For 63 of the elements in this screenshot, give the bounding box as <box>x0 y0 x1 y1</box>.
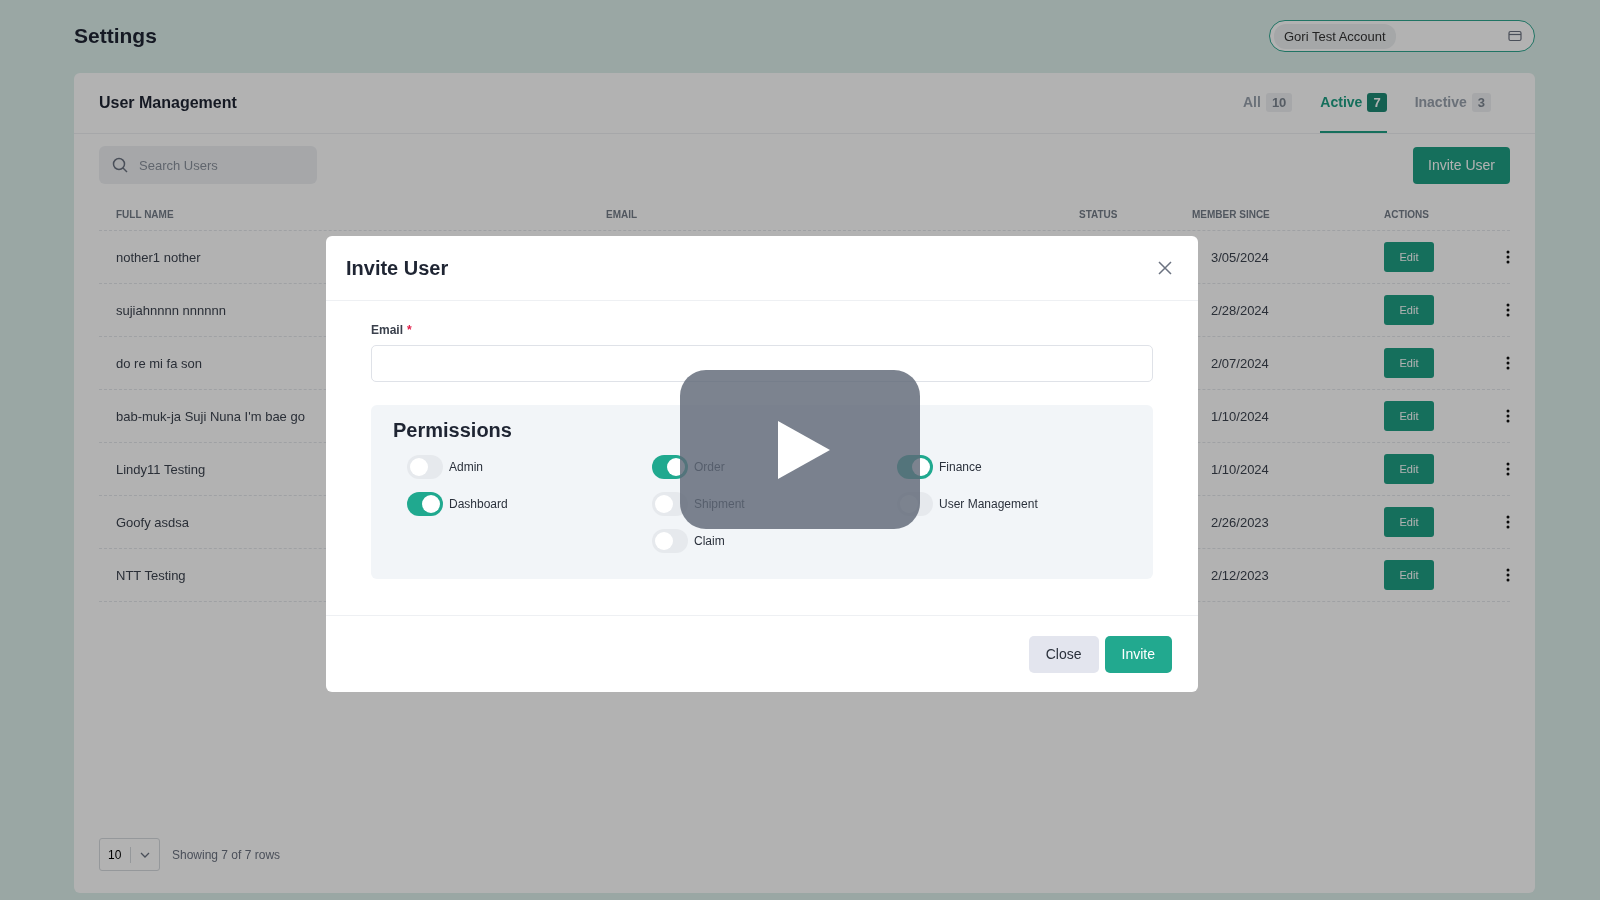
table-cell: Lindy11 Testing <box>116 461 206 477</box>
wallet-icon <box>1508 30 1522 42</box>
table-cell: Goofy asdsa <box>116 514 189 530</box>
table-cell: nother1 nother <box>116 249 201 265</box>
search-icon <box>112 157 128 173</box>
account-selector[interactable]: Gori Test Account <box>1269 20 1535 52</box>
column-header: FULL NAME <box>115 208 175 220</box>
more-options-icon[interactable] <box>1506 568 1510 582</box>
page-size-select[interactable]: 10 <box>99 838 160 871</box>
edit-button[interactable]: Edit <box>1384 295 1434 325</box>
edit-button[interactable]: Edit <box>1384 454 1434 484</box>
more-options-icon[interactable] <box>1506 515 1510 529</box>
permission-toggle[interactable] <box>652 528 688 553</box>
card-title: User Management <box>99 94 237 112</box>
edit-button[interactable]: Edit <box>1384 507 1434 537</box>
video-play-button[interactable] <box>680 370 920 529</box>
page-title: Settings <box>74 24 157 48</box>
table-cell: do re mi fa son <box>116 355 202 371</box>
permission-label: Admin <box>449 459 483 474</box>
permission-label: Finance <box>939 459 982 474</box>
column-header: STATUS <box>1078 208 1119 220</box>
permission-toggle[interactable] <box>407 491 443 516</box>
table-cell: 2/12/2023 <box>1211 567 1269 583</box>
permission-toggle[interactable] <box>407 454 443 479</box>
more-options-icon[interactable] <box>1506 356 1510 370</box>
edit-button[interactable]: Edit <box>1384 401 1434 431</box>
filter-tab[interactable]: All 10 <box>1243 73 1293 133</box>
table-cell: 1/10/2024 <box>1211 408 1269 424</box>
more-options-icon[interactable] <box>1506 250 1510 264</box>
edit-button[interactable]: Edit <box>1384 560 1434 590</box>
play-icon <box>776 418 832 481</box>
dialog-title: Invite User <box>346 256 449 280</box>
chevron-down-icon <box>140 851 151 858</box>
required-mark: * <box>407 323 412 337</box>
email-label: Email <box>371 323 403 337</box>
search-field[interactable]: Search Users <box>99 146 317 184</box>
table-cell: NTT Testing <box>116 567 186 583</box>
column-header: EMAIL <box>605 208 639 220</box>
permission-label: Dashboard <box>449 496 508 511</box>
table-cell: 2/26/2023 <box>1211 514 1269 530</box>
filter-tab[interactable]: Inactive 3 <box>1414 73 1491 133</box>
close-icon[interactable] <box>1158 261 1172 275</box>
column-header: ACTIONS <box>1383 208 1430 220</box>
more-options-icon[interactable] <box>1506 462 1510 476</box>
edit-button[interactable]: Edit <box>1384 242 1434 272</box>
table-cell: sujiahnnnn nnnnnn <box>116 302 226 318</box>
pagination-summary: Showing 7 of 7 rows <box>172 847 281 862</box>
more-options-icon[interactable] <box>1506 303 1510 317</box>
table-cell: 2/28/2024 <box>1211 302 1269 318</box>
permission-label: User Management <box>939 496 1038 511</box>
table-cell: 2/07/2024 <box>1211 355 1269 371</box>
permission-label: Claim <box>694 533 725 548</box>
more-options-icon[interactable] <box>1506 409 1510 423</box>
column-header: MEMBER SINCE <box>1191 208 1271 220</box>
filter-tab[interactable]: Active 7 <box>1320 73 1387 133</box>
table-cell: 3/05/2024 <box>1211 249 1269 265</box>
invite-user-button[interactable]: Invite User <box>1413 146 1510 184</box>
table-cell: 1/10/2024 <box>1211 461 1269 477</box>
permissions-title: Permissions <box>393 419 513 442</box>
dialog-button[interactable]: Close <box>1028 635 1099 673</box>
edit-button[interactable]: Edit <box>1384 348 1434 378</box>
dialog-button[interactable]: Invite <box>1104 635 1172 673</box>
table-cell: bab-muk-ja Suji Nuna I'm bae go <box>116 408 305 424</box>
